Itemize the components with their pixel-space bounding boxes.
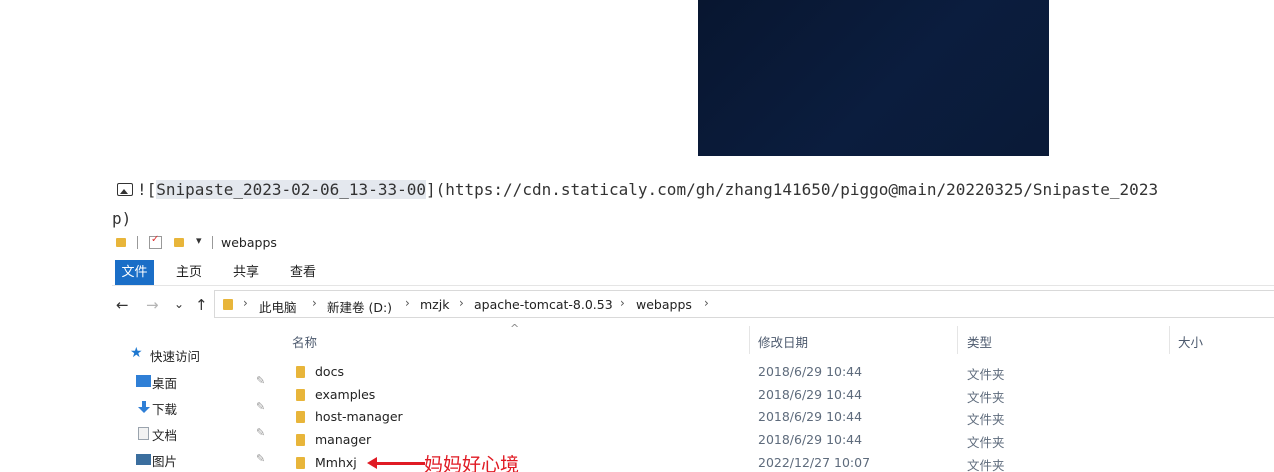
chevron-right-icon: ›	[243, 296, 248, 310]
divider	[212, 236, 213, 249]
address-row: ← → ⌄ ↑ › 此电脑 › 新建卷 (D:) › mzjk › apache…	[112, 290, 1274, 320]
file-type: 文件夹	[967, 458, 1005, 472]
file-name: examples	[315, 387, 376, 402]
sidebar-item-label: 桌面	[152, 376, 178, 391]
forward-icon[interactable]: →	[146, 296, 159, 314]
file-row[interactable]: examples 2018/6/29 10:44 文件夹	[292, 385, 1274, 407]
up-icon[interactable]: ↑	[195, 296, 208, 314]
file-row[interactable]: manager 2018/6/29 10:44 文件夹	[292, 430, 1274, 452]
folder-icon	[296, 366, 305, 378]
sidebar-item-label: 下载	[152, 402, 178, 417]
star-icon: ★	[130, 345, 143, 361]
ribbon-tabs: 文件 主页 共享 查看	[112, 260, 1274, 285]
address-bar[interactable]: › 此电脑 › 新建卷 (D:) › mzjk › apache-tomcat-…	[214, 290, 1274, 318]
sidebar-item-pictures[interactable]: 图片 ✎	[130, 451, 270, 471]
file-date: 2018/6/29 10:44	[758, 409, 863, 424]
breadcrumb-mzjk[interactable]: mzjk	[420, 297, 449, 312]
qa-dropdown-icon[interactable]: ▾	[196, 234, 202, 247]
folder-icon	[296, 411, 305, 423]
breadcrumb-this-pc[interactable]: 此电脑	[259, 297, 297, 316]
divider	[137, 236, 138, 249]
sidebar-item-documents[interactable]: 文档 ✎	[130, 425, 270, 445]
breadcrumb-webapps[interactable]: webapps	[636, 297, 692, 312]
file-name: Mmhxj	[315, 455, 357, 470]
folder-icon	[223, 299, 233, 310]
chevron-right-icon: ›	[312, 296, 317, 310]
tab-view[interactable]: 查看	[290, 260, 316, 285]
window-title: webapps	[221, 235, 277, 250]
desktop-icon	[136, 375, 151, 387]
file-date: 2018/6/29 10:44	[758, 387, 863, 402]
image-icon	[117, 183, 133, 196]
tab-file[interactable]: 文件	[115, 260, 154, 285]
pin-icon[interactable]: ✎	[256, 426, 265, 439]
folder-icon	[296, 389, 305, 401]
md-alt-text: Snipaste_2023-02-06_13-33-00	[156, 180, 426, 199]
back-icon[interactable]: ←	[116, 296, 129, 314]
sidebar-item-label: 图片	[152, 454, 178, 469]
column-divider[interactable]	[749, 326, 750, 354]
pin-icon[interactable]: ✎	[256, 374, 265, 387]
chevron-right-icon: ›	[704, 296, 709, 310]
folder-icon	[296, 457, 305, 469]
file-row[interactable]: docs 2018/6/29 10:44 文件夹	[292, 362, 1274, 384]
tab-share[interactable]: 共享	[233, 260, 259, 285]
divider	[112, 285, 1274, 286]
column-size[interactable]: 大小	[1178, 332, 1203, 351]
chevron-right-icon: ›	[405, 296, 410, 310]
file-type: 文件夹	[967, 435, 1005, 450]
file-name: host-manager	[315, 409, 403, 424]
column-name[interactable]: 名称	[292, 332, 317, 351]
md-wrap-text: p)	[112, 209, 132, 228]
sidebar-item-downloads[interactable]: 下载 ✎	[130, 399, 270, 419]
column-divider[interactable]	[957, 326, 958, 354]
md-prefix: ![	[137, 180, 157, 199]
sidebar-quick-access[interactable]: 快速访问	[150, 346, 200, 365]
file-type: 文件夹	[967, 367, 1005, 382]
markdown-image-link: ![Snipaste_2023-02-06_13-33-00](https://…	[117, 178, 1274, 202]
tab-home[interactable]: 主页	[176, 260, 202, 285]
sidebar-item-desktop[interactable]: 桌面 ✎	[130, 373, 270, 393]
column-type[interactable]: 类型	[967, 332, 992, 351]
pin-icon[interactable]: ✎	[256, 452, 265, 465]
file-explorer-window: ▾ webapps 文件 主页 共享 查看 ← → ⌄ ↑ › 此电脑 › 新建…	[112, 232, 1274, 472]
column-date[interactable]: 修改日期	[758, 332, 808, 351]
sidebar-item-label: 文档	[152, 428, 178, 443]
folder-icon	[116, 238, 126, 247]
annotation-text: 妈妈好心境	[424, 454, 520, 472]
title-bar: ▾ webapps	[112, 232, 1274, 254]
new-folder-icon[interactable]	[174, 238, 184, 247]
file-name: docs	[315, 364, 344, 379]
file-date: 2018/6/29 10:44	[758, 364, 863, 379]
folder-icon	[296, 434, 305, 446]
properties-icon[interactable]	[149, 234, 162, 249]
column-headers: 名称 修改日期 类型 大小	[112, 326, 1274, 354]
download-icon	[138, 401, 150, 413]
picture-icon	[136, 454, 151, 465]
file-date: 2018/6/29 10:44	[758, 432, 863, 447]
breadcrumb-drive-d[interactable]: 新建卷 (D:)	[327, 297, 392, 316]
file-name: manager	[315, 432, 372, 447]
recent-locations-icon[interactable]: ⌄	[174, 297, 184, 311]
column-divider[interactable]	[1169, 326, 1170, 354]
file-row[interactable]: host-manager 2018/6/29 10:44 文件夹	[292, 407, 1274, 429]
file-type: 文件夹	[967, 412, 1005, 427]
md-url: ](https://cdn.staticaly.com/gh/zhang1416…	[425, 180, 1159, 199]
chevron-right-icon: ›	[459, 296, 464, 310]
breadcrumb-tomcat[interactable]: apache-tomcat-8.0.53	[474, 297, 613, 312]
chevron-right-icon: ›	[620, 296, 625, 310]
pin-icon[interactable]: ✎	[256, 400, 265, 413]
file-type: 文件夹	[967, 390, 1005, 405]
document-icon	[138, 427, 149, 440]
file-date: 2022/12/27 10:07	[758, 455, 871, 470]
annotation-arrow-line	[373, 462, 425, 465]
dark-embedded-image	[698, 0, 1049, 156]
